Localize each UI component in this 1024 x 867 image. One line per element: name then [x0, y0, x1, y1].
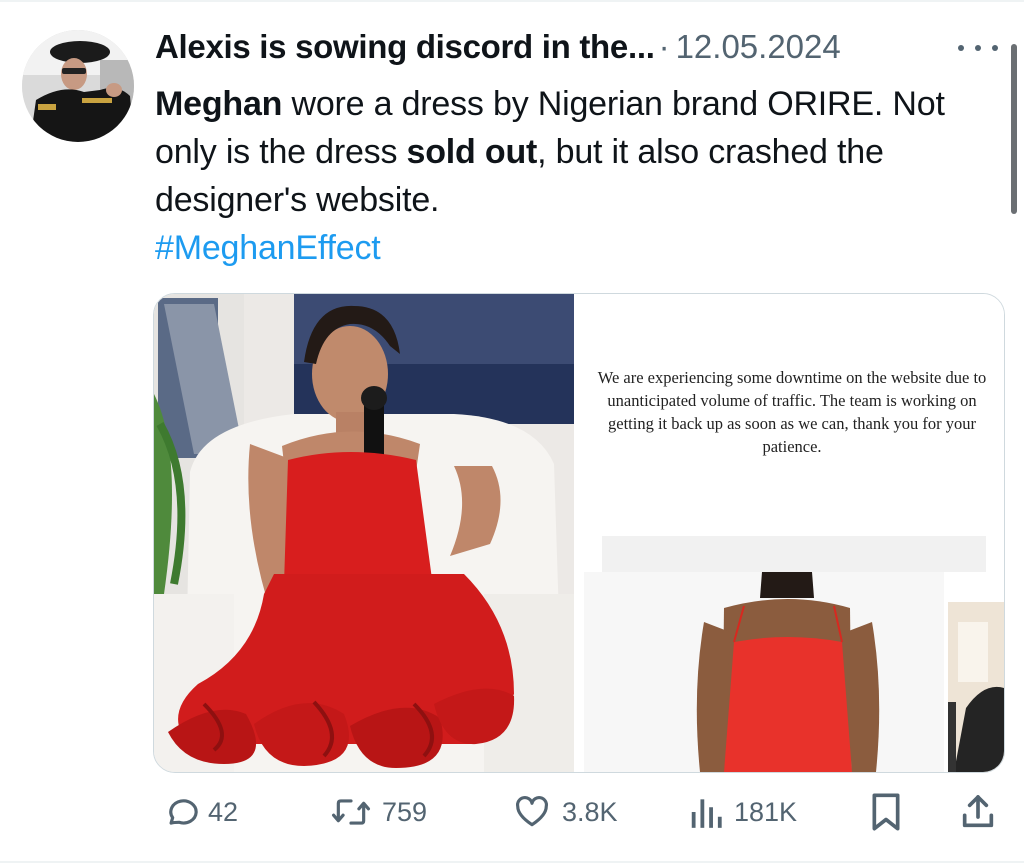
repost-button[interactable]: 759 [330, 790, 427, 834]
placeholder-bar [602, 536, 986, 572]
action-bar: 42 759 3.8K 181K [0, 790, 1024, 834]
text-bold-sold-out: sold out [406, 133, 538, 171]
bookmark-icon [872, 793, 900, 831]
tweet-media[interactable]: We are experiencing some downtime on the… [153, 293, 1005, 773]
hashtag-link[interactable]: #MeghanEffect [155, 224, 1005, 272]
tweet-date[interactable]: 12.05.2024 [676, 28, 841, 66]
repost-icon [332, 799, 370, 825]
reply-count: 42 [208, 796, 239, 827]
views-bar-chart-icon [691, 799, 722, 828]
photo-meghan-red-dress[interactable] [154, 294, 574, 772]
avatar-image [22, 30, 134, 142]
like-button[interactable]: 3.8K [512, 790, 618, 834]
side-photo [948, 602, 1004, 772]
views-count: 181K [734, 796, 798, 827]
avatar[interactable] [22, 30, 134, 142]
downtime-notice: We are experiencing some downtime on the… [597, 368, 987, 456]
header-separator: · [658, 28, 670, 65]
tweet-text: Meghan wore a dress by Nigerian brand OR… [155, 80, 1005, 272]
share-button[interactable] [958, 790, 998, 834]
tweet-header: Alexis is sowing discord in the... · 12.… [155, 28, 841, 70]
bottom-divider [0, 861, 1024, 863]
website-downtime-screenshot: We are experiencing some downtime on the… [574, 294, 1004, 772]
reply-button[interactable]: 42 [160, 790, 238, 834]
scrollbar[interactable] [1011, 44, 1017, 214]
product-image [584, 572, 944, 772]
views-button[interactable]: 181K [688, 790, 797, 834]
author-name[interactable]: Alexis is sowing discord in the... [155, 28, 655, 66]
heart-icon [516, 796, 548, 827]
more-options-icon[interactable] [958, 38, 998, 58]
share-icon [962, 795, 994, 828]
top-divider [0, 0, 1024, 2]
repost-count: 759 [382, 796, 428, 827]
like-count: 3.8K [562, 796, 618, 827]
reply-icon [169, 799, 198, 825]
bookmark-button[interactable] [868, 790, 904, 834]
text-bold-meghan: Meghan [155, 85, 283, 123]
